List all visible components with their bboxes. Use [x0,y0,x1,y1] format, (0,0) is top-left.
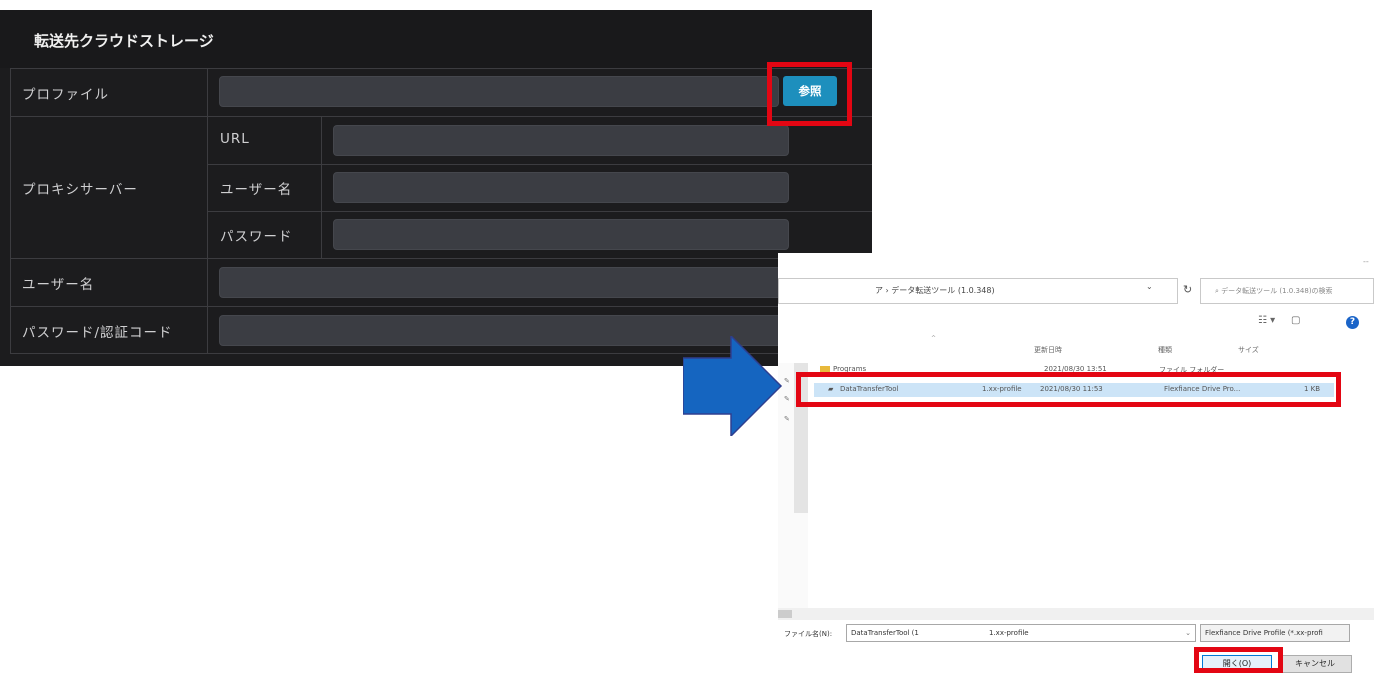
filename-input[interactable]: DataTransferTool (1 1.xx-profile ⌄ [846,624,1196,642]
divider [10,258,872,259]
divider [10,306,872,307]
username-label: ユーザー名 [22,277,95,293]
file-open-dialog: -- ア › データ転送ツール (1.0.348) ⌄ ↻ ⌕ データ転送ツール… [778,253,1374,673]
proxy-password-input[interactable] [333,219,789,250]
divider [10,116,872,117]
highlight-browse-button [767,62,852,126]
proxy-username-label: ユーザー名 [220,182,293,198]
column-date[interactable]: 更新日時 [1034,345,1062,355]
proxy-server-label: プロキシサーバー [22,182,138,198]
profile-label: プロファイル [22,87,109,103]
column-size[interactable]: サイズ [1238,345,1259,355]
proxy-url-label: URL [220,131,250,147]
address-path: ア › データ転送ツール (1.0.348) [875,286,995,295]
filename-ext: 1.xx-profile [989,629,1029,637]
horizontal-scrollbar[interactable] [778,608,1374,620]
cancel-button[interactable]: キャンセル [1278,655,1352,673]
highlight-open-button [1194,647,1283,673]
filename-value: DataTransferTool (1 [851,629,919,637]
cloud-storage-panel: 転送先クラウドストレージ プロファイル 参照 プロキシサーバー URL ユーザー… [0,10,872,366]
divider [207,68,208,353]
column-type[interactable]: 種類 [1158,345,1172,355]
help-icon[interactable]: ? [1346,316,1359,329]
proxy-username-input[interactable] [333,172,789,203]
panel-title: 転送先クラウドストレージ [34,32,214,50]
dialog-corner-mark: -- [1363,257,1369,266]
proxy-url-input[interactable] [333,125,789,156]
address-bar[interactable]: ア › データ転送ツール (1.0.348) [778,278,1178,304]
refresh-icon[interactable]: ↻ [1183,283,1192,296]
divider [321,116,322,258]
chevron-down-icon[interactable]: ⌄ [1146,282,1153,291]
scroll-thumb[interactable] [778,610,792,618]
password-label: パスワード/認証コード [22,325,173,341]
username-input[interactable] [219,267,837,298]
divider [10,68,11,353]
sort-indicator-icon: ^ [931,335,937,342]
divider [207,211,872,212]
chevron-down-icon[interactable]: ⌄ [1185,625,1191,641]
search-input[interactable]: ⌕ データ転送ツール (1.0.348)の検索 [1200,278,1374,304]
filetype-select[interactable]: Flexfiance Drive Profile (*.xx-profi [1200,624,1350,642]
divider [10,68,872,69]
arrow-right-icon [683,336,783,436]
search-placeholder: データ転送ツール (1.0.348)の検索 [1221,287,1333,295]
screenshot-stage: 転送先クラウドストレージ プロファイル 参照 プロキシサーバー URL ユーザー… [0,0,1374,673]
divider [207,164,872,165]
panel-header: 転送先クラウドストレージ [0,10,872,68]
filename-label: ファイル名(N): [784,630,833,638]
profile-input[interactable] [219,76,779,107]
view-icon[interactable]: ☷ ▾ ▢ [1258,315,1301,326]
proxy-password-label: パスワード [220,229,293,245]
highlight-selected-file [796,372,1341,407]
